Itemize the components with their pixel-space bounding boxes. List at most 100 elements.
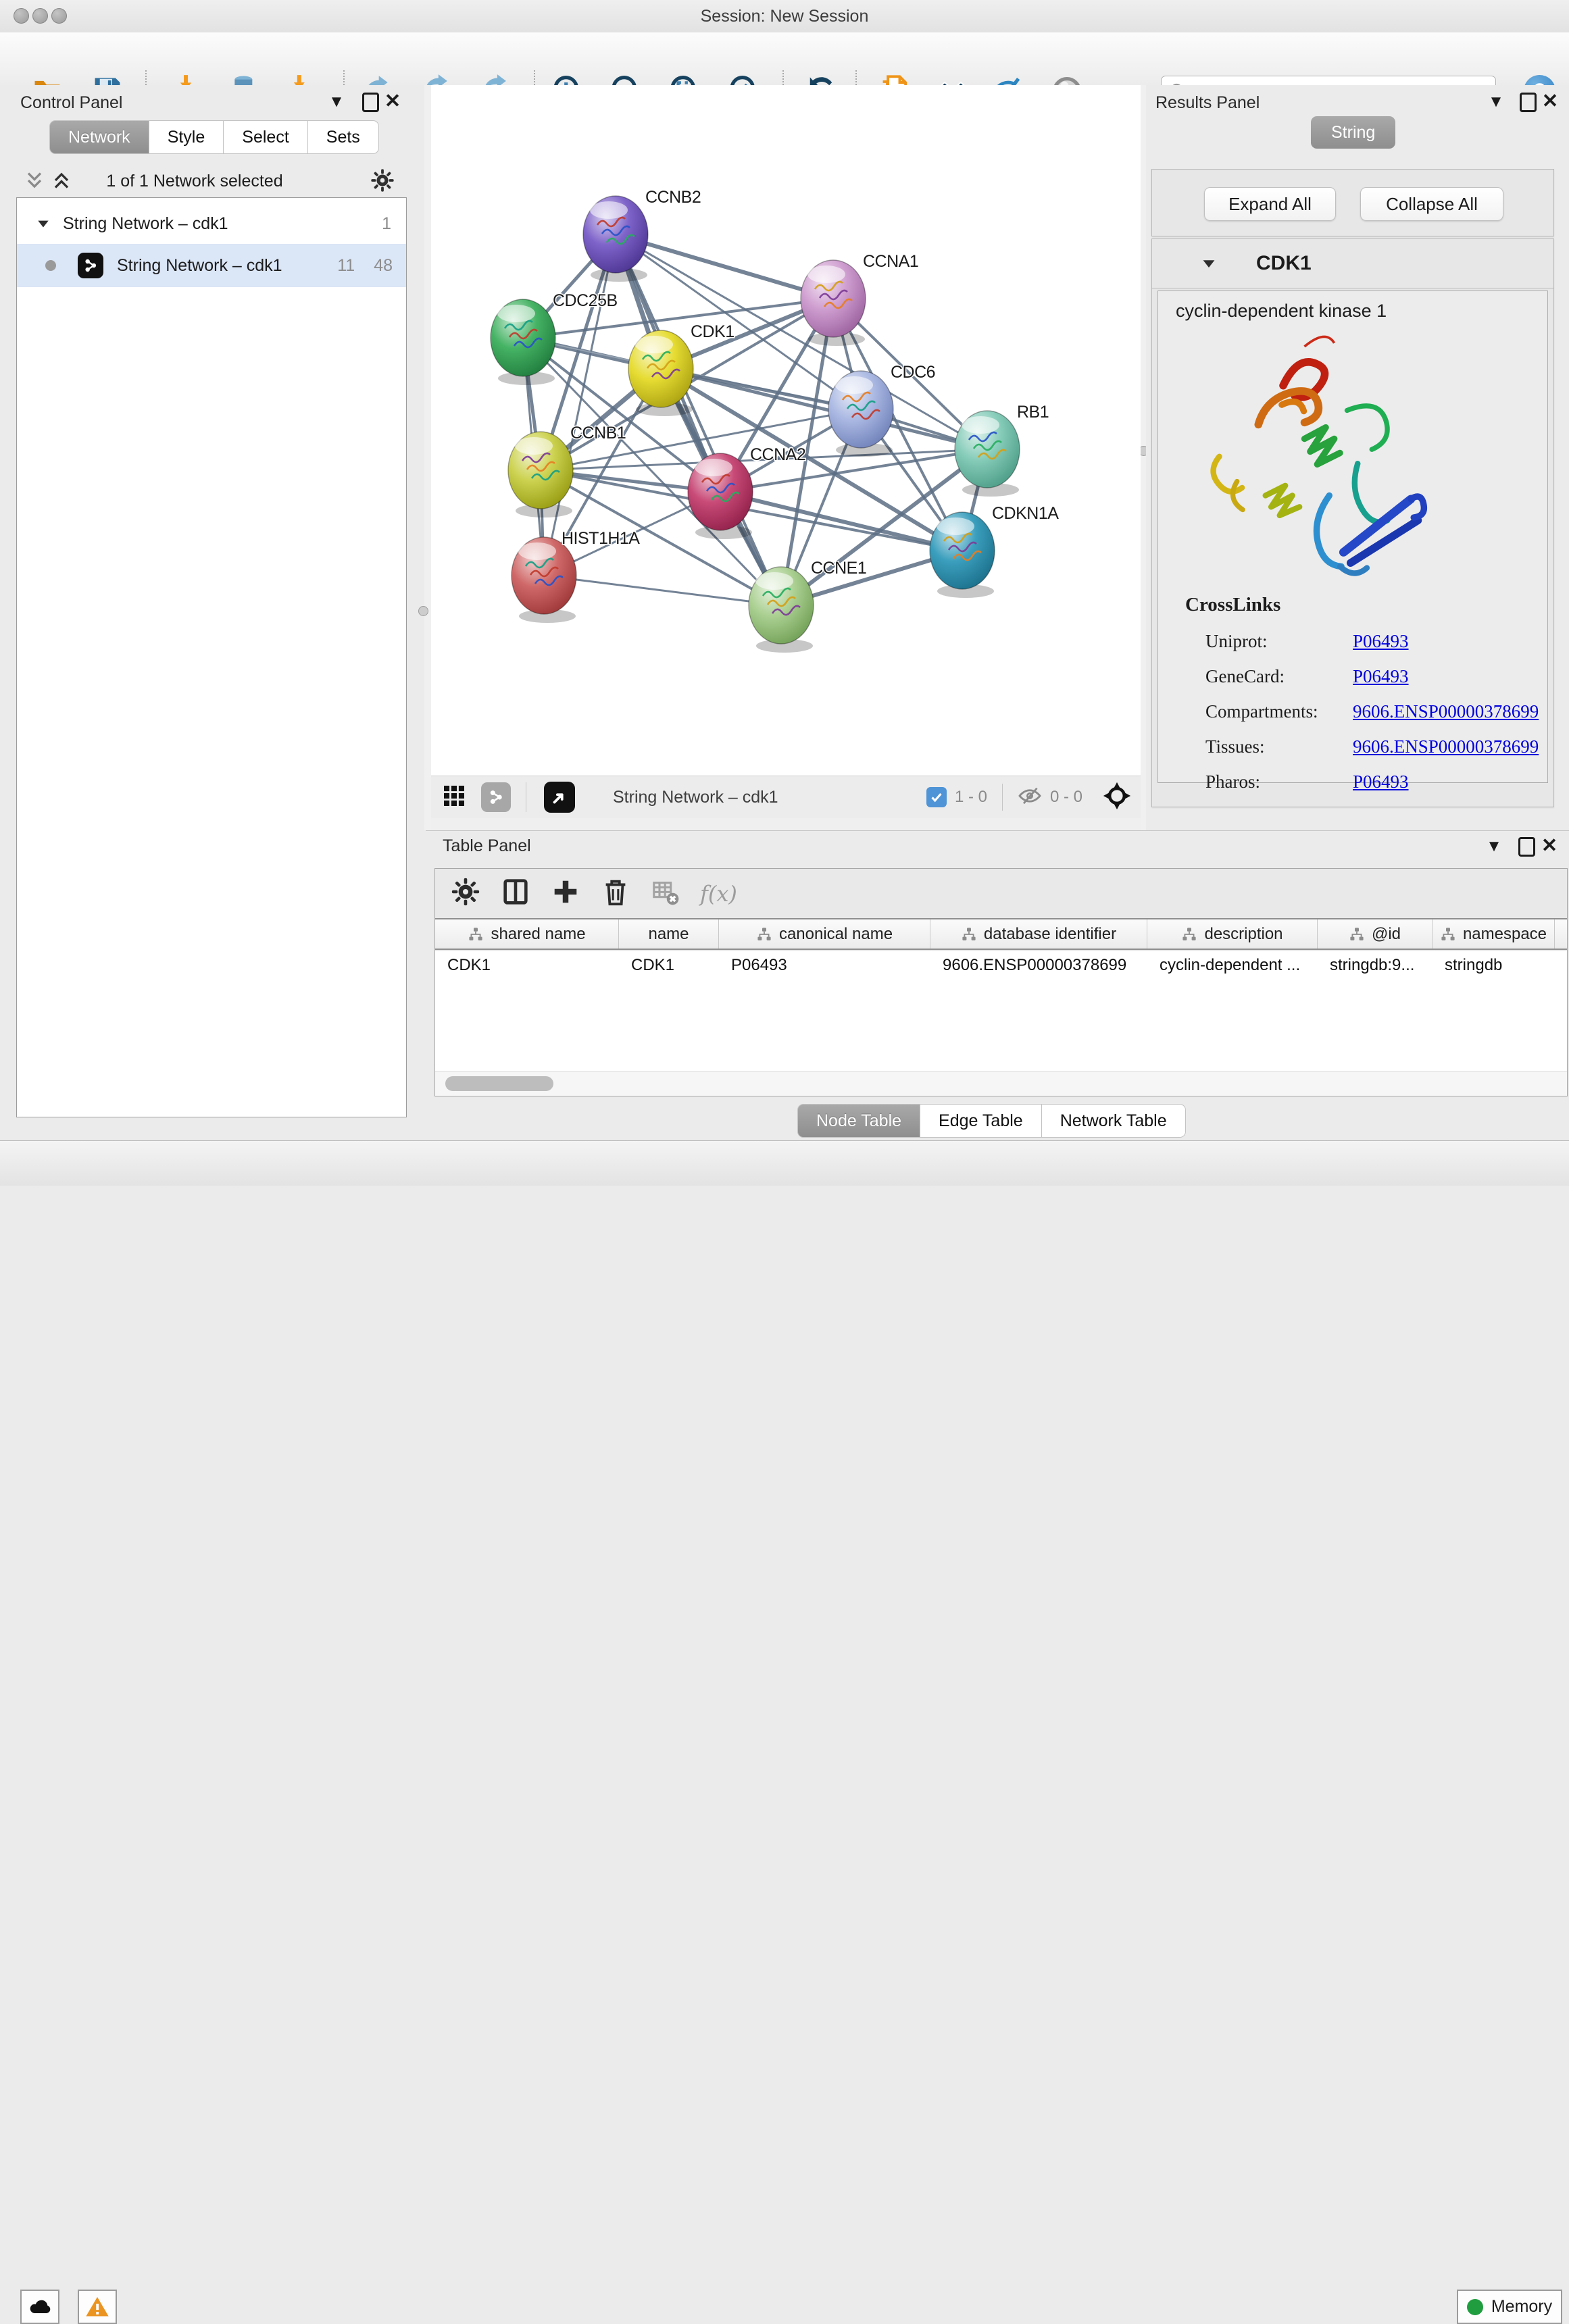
results-actions-box: Expand All Collapse All — [1151, 169, 1554, 236]
protein-structure-image — [1184, 318, 1468, 602]
horizontal-splitter[interactable] — [431, 818, 1141, 830]
collapse-panel-icon[interactable]: ▼ — [328, 93, 345, 111]
network-share-icon — [78, 253, 103, 278]
tab-network[interactable]: Network — [49, 120, 149, 154]
network-options-gear-icon[interactable] — [370, 168, 395, 197]
node-label-CDC6: CDC6 — [891, 363, 935, 382]
node-label-CDKN1A: CDKN1A — [992, 504, 1059, 523]
network-node-CDKN1A[interactable]: CDKN1A — [930, 504, 1059, 598]
close-panel-icon[interactable]: ✕ — [1541, 836, 1558, 854]
crosslink-compartments[interactable]: 9606.ENSP00000378699 — [1353, 701, 1539, 722]
close-panel-icon[interactable]: ✕ — [1541, 92, 1559, 109]
table-cell-shared-name[interactable]: CDK1 — [435, 956, 619, 975]
expand-triangle-icon — [36, 216, 51, 231]
column-header-namespace[interactable]: namespace — [1433, 919, 1555, 949]
network-node-CCNB2[interactable]: CCNB2 — [583, 188, 701, 282]
hierarchy-icon — [468, 926, 484, 942]
collapse-panel-icon[interactable]: ▼ — [1487, 93, 1505, 111]
column-label: @id — [1372, 925, 1401, 944]
network-share-view-icon[interactable] — [481, 782, 511, 812]
column-header-database-identifier[interactable]: database identifier — [930, 919, 1147, 949]
crosslink-tissues[interactable]: 9606.ENSP00000378699 — [1353, 736, 1539, 757]
birds-eye-view-icon[interactable] — [544, 782, 575, 813]
network-node-CCNB1[interactable]: CCNB1 — [508, 424, 626, 517]
splitter-handle[interactable] — [418, 606, 428, 616]
function-builder-icon: f(x) — [700, 881, 737, 907]
crosslink-uniprot[interactable]: P06493 — [1353, 631, 1409, 652]
network-edge-CCNB2-CCNA1[interactable] — [616, 234, 833, 299]
network-collection-row[interactable]: String Network – cdk1 1 — [17, 202, 406, 245]
table-cell-name[interactable]: CDK1 — [619, 956, 719, 975]
hierarchy-icon — [1181, 926, 1197, 942]
column-label: name — [648, 925, 689, 944]
table-row[interactable]: CDK1CDK1P064939606.ENSP00000378699cyclin… — [435, 951, 1567, 980]
float-panel-icon[interactable] — [1519, 93, 1537, 111]
crosslinks-title: CrossLinks — [1185, 594, 1280, 616]
crosshair-icon[interactable] — [1103, 782, 1131, 813]
node-label-CCNA1: CCNA1 — [863, 252, 918, 271]
gene-detail-box: cyclin-dependent kinase 1 CrossLinks Un — [1157, 290, 1548, 783]
crosslink-genecard[interactable]: P06493 — [1353, 666, 1409, 687]
network-edge-HIST1H1A-CCNE1[interactable] — [544, 576, 781, 605]
float-panel-icon[interactable] — [362, 93, 379, 111]
table-settings-gear-icon[interactable] — [450, 876, 481, 911]
warnings-button[interactable] — [78, 2290, 117, 2324]
collapse-panel-icon[interactable]: ▼ — [1485, 838, 1503, 855]
left-splitter[interactable] — [424, 85, 431, 830]
network-edge-CCNB2-CCNE1[interactable] — [616, 234, 781, 605]
node-label-RB1: RB1 — [1017, 403, 1049, 422]
network-node-RB1[interactable]: RB1 — [955, 403, 1049, 497]
float-panel-icon[interactable] — [1518, 838, 1535, 855]
table-cell-namespace[interactable]: stringdb — [1433, 956, 1555, 975]
table-body: CDK1CDK1P064939606.ENSP00000378699cyclin… — [435, 951, 1567, 1071]
grid-view-icon[interactable] — [442, 784, 466, 811]
memory-button[interactable]: Memory — [1457, 2290, 1562, 2324]
table-cell-database-identifier[interactable]: 9606.ENSP00000378699 — [930, 956, 1147, 975]
expand-all-button[interactable]: Expand All — [1204, 187, 1336, 221]
column-header-name[interactable]: name — [619, 919, 719, 949]
network-row[interactable]: String Network – cdk1 11 48 — [17, 244, 406, 287]
status-bar: Memory — [0, 1140, 1569, 1186]
network-node-HIST1H1A[interactable]: HIST1H1A — [512, 529, 640, 623]
network-canvas[interactable]: CCNB2CCNA1CDC25BCDK1CDC6RB1CCNB1CCNA2CDK… — [431, 85, 1141, 776]
column-header--id[interactable]: @id — [1318, 919, 1433, 949]
crosslink-pharos[interactable]: P06493 — [1353, 772, 1409, 792]
column-label: database identifier — [984, 925, 1116, 944]
tab-edge-table[interactable]: Edge Table — [920, 1104, 1042, 1138]
column-header-description[interactable]: description — [1147, 919, 1318, 949]
tab-string[interactable]: String — [1311, 116, 1395, 149]
scrollbar-thumb[interactable] — [445, 1076, 553, 1091]
gene-section-header[interactable]: CDK1 — [1152, 239, 1553, 288]
network-node-CCNE1[interactable]: CCNE1 — [749, 559, 866, 653]
tab-node-table[interactable]: Node Table — [797, 1104, 920, 1138]
network-graph[interactable]: CCNB2CCNA1CDC25BCDK1CDC6RB1CCNB1CCNA2CDK… — [431, 85, 1141, 776]
tab-select[interactable]: Select — [224, 120, 307, 154]
hierarchy-icon — [756, 926, 772, 942]
hierarchy-icon — [1440, 926, 1456, 942]
gene-symbol: CDK1 — [1256, 252, 1312, 275]
tab-style[interactable]: Style — [149, 120, 224, 154]
collection-label: String Network – cdk1 — [63, 214, 228, 234]
tab-network-table[interactable]: Network Table — [1042, 1104, 1186, 1138]
column-header-shared-name[interactable]: shared name — [435, 919, 619, 949]
show-columns-icon[interactable] — [500, 876, 531, 911]
column-header-canonical-name[interactable]: canonical name — [719, 919, 930, 949]
node-label-HIST1H1A: HIST1H1A — [562, 529, 640, 548]
tab-sets[interactable]: Sets — [308, 120, 379, 154]
table-cell-description[interactable]: cyclin-dependent ... — [1147, 956, 1318, 975]
table-horizontal-scrollbar[interactable] — [435, 1071, 1567, 1096]
right-splitter[interactable] — [1141, 85, 1146, 830]
table-cell--id[interactable]: stringdb:9... — [1318, 956, 1433, 975]
delete-column-trash-icon[interactable] — [600, 876, 631, 911]
cloud-status-button[interactable] — [20, 2290, 59, 2324]
column-label: shared name — [491, 925, 585, 944]
selected-checkbox-icon[interactable] — [926, 787, 947, 807]
network-node-CCNA1[interactable]: CCNA1 — [801, 252, 918, 346]
close-panel-icon[interactable]: ✕ — [384, 92, 401, 109]
network-view-footer: String Network – cdk1 1 - 0 0 - 0 — [431, 776, 1141, 819]
node-label-CCNA2: CCNA2 — [750, 445, 805, 464]
add-column-icon[interactable] — [550, 876, 581, 911]
network-edge-CCNB2-HIST1H1A[interactable] — [544, 234, 616, 576]
table-cell-canonical-name[interactable]: P06493 — [719, 956, 930, 975]
collapse-all-button[interactable]: Collapse All — [1360, 187, 1503, 221]
